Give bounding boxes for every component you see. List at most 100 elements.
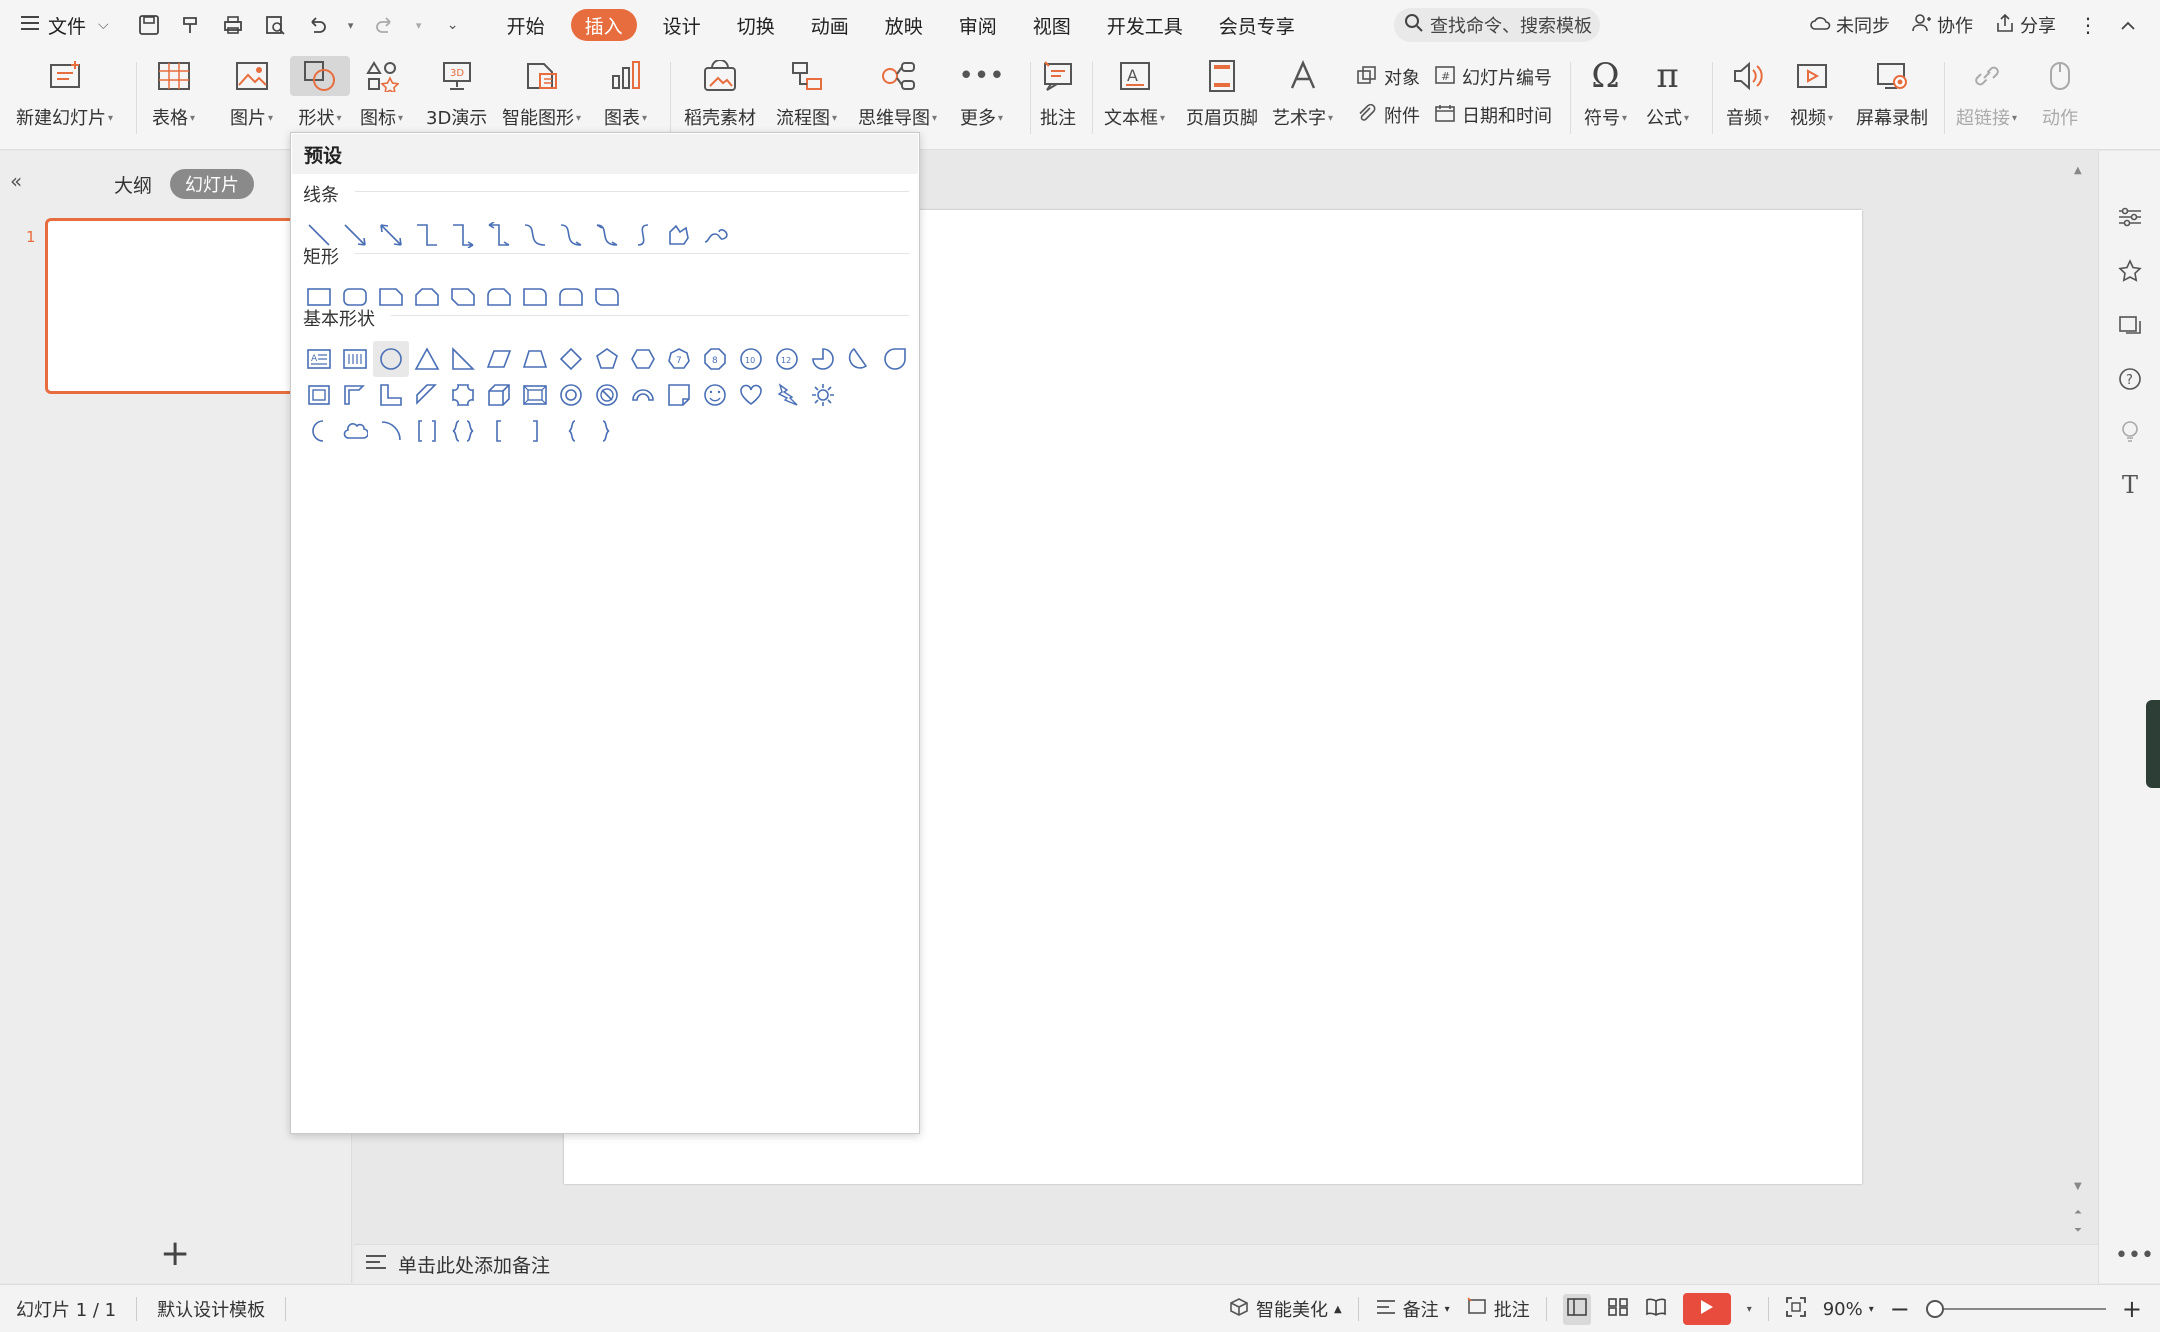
fit-window-icon[interactable] — [1785, 1296, 1807, 1323]
audio-button[interactable]: 音频 ▾ — [1726, 56, 1769, 130]
shape-ellipse-icon[interactable] — [373, 341, 409, 377]
shape-diagonal-stripe-icon[interactable] — [409, 377, 445, 413]
transition-icon[interactable] — [2116, 311, 2144, 339]
shape-dodecagon-icon[interactable]: 12 — [769, 341, 805, 377]
tab-design[interactable]: 设计 — [645, 0, 719, 50]
vertical-scrollbar[interactable]: ▲ ▼ ⏶ ⏷ — [2070, 151, 2090, 1241]
smartart-button[interactable]: 智能图形 ▾ — [502, 56, 581, 130]
material-button[interactable]: 稻壳素材 — [684, 56, 756, 130]
video-button[interactable]: 视频 ▾ — [1790, 56, 1833, 130]
more-button[interactable]: ••• 更多 ▾ — [959, 56, 1005, 130]
wordart-button[interactable]: 艺术字 ▾ — [1272, 56, 1333, 130]
shape-pentagon-icon[interactable] — [589, 341, 625, 377]
shape-frame-icon[interactable] — [301, 377, 337, 413]
shape-double-brace-icon[interactable] — [445, 413, 481, 449]
shape-pie-icon[interactable] — [805, 341, 841, 377]
collaborate-button[interactable]: 协作 — [1912, 12, 1973, 38]
shape-elbow-double-arrow-icon[interactable] — [481, 217, 517, 253]
collapse-panel-icon[interactable]: « — [10, 169, 22, 193]
shape-parallelogram-icon[interactable] — [481, 341, 517, 377]
shape-round-diagonal-icon[interactable] — [589, 279, 625, 315]
shape-hexagon-icon[interactable] — [625, 341, 661, 377]
new-slide-button[interactable]: 新建幻灯片 ▾ — [16, 56, 113, 130]
shape-donut-icon[interactable] — [553, 377, 589, 413]
comment-button[interactable]: 批注 — [1038, 56, 1078, 130]
add-slide-icon[interactable]: + — [160, 1236, 190, 1272]
shape-snip-single-corner-icon[interactable] — [373, 279, 409, 315]
shape-freeform-icon[interactable] — [661, 217, 697, 253]
play-slideshow-button[interactable] — [1682, 1293, 1731, 1325]
shape-right-triangle-icon[interactable] — [445, 341, 481, 377]
formula-button[interactable]: π 公式 ▾ — [1646, 56, 1689, 130]
icon-button[interactable]: 图标 ▾ — [360, 56, 403, 130]
mindmap-button[interactable]: 思维导图 ▾ — [858, 56, 937, 130]
properties-icon[interactable] — [2116, 203, 2144, 231]
shape-trapezoid-icon[interactable] — [517, 341, 553, 377]
shape-lightning-icon[interactable] — [769, 377, 805, 413]
shape-curved-double-arrow-icon[interactable] — [589, 217, 625, 253]
outline-tab[interactable]: 大纲 — [114, 171, 152, 198]
shape-triangle-icon[interactable] — [409, 341, 445, 377]
shape-elbow-arrow-icon[interactable] — [445, 217, 481, 253]
shape-diamond-icon[interactable] — [553, 341, 589, 377]
customize-quick-access-icon[interactable]: ⌄ — [439, 11, 467, 39]
shape-cube-icon[interactable] — [481, 377, 517, 413]
shape-round-single-corner-icon[interactable] — [517, 279, 553, 315]
shape-elbow-connector-icon[interactable] — [409, 217, 445, 253]
shape-smiley-icon[interactable] — [697, 377, 733, 413]
flowchart-button[interactable]: 流程图 ▾ — [776, 56, 837, 130]
tab-developer[interactable]: 开发工具 — [1089, 0, 1201, 50]
shape-block-arc-icon[interactable] — [625, 377, 661, 413]
shape-heart-icon[interactable] — [733, 377, 769, 413]
help-icon[interactable]: ? — [2116, 365, 2144, 393]
datetime-button[interactable]: 日期和时间 — [1434, 102, 1552, 128]
shape-l-shape-icon[interactable] — [373, 377, 409, 413]
shape-curve-icon[interactable] — [625, 217, 661, 253]
shape-chord-icon[interactable] — [841, 341, 877, 377]
shape-left-brace-icon[interactable] — [553, 413, 589, 449]
shape-double-arrow-line-icon[interactable] — [373, 217, 409, 253]
tab-member[interactable]: 会员专享 — [1201, 0, 1313, 50]
share-button[interactable]: 分享 — [1995, 12, 2056, 38]
shape-folded-corner-icon[interactable] — [661, 377, 697, 413]
shape-round-same-side-icon[interactable] — [553, 279, 589, 315]
shape-bevel-icon[interactable] — [517, 377, 553, 413]
shape-textbox-icon[interactable]: A — [301, 341, 337, 377]
shape-heptagon-icon[interactable]: 7 — [661, 341, 697, 377]
sync-status[interactable]: 未同步 — [1809, 12, 1890, 38]
animation-star-icon[interactable] — [2116, 257, 2144, 285]
tab-slideshow[interactable]: 放映 — [867, 0, 941, 50]
print-preview-icon[interactable] — [261, 11, 289, 39]
shape-button[interactable]: 形状 ▾ — [290, 56, 350, 130]
undo-icon[interactable] — [303, 11, 331, 39]
action-button[interactable]: 动作 — [2040, 56, 2080, 130]
collapse-ribbon-icon[interactable] — [2120, 15, 2136, 36]
redo-dropdown-icon[interactable]: ▾ — [413, 11, 425, 39]
shape-right-brace-icon[interactable] — [589, 413, 625, 449]
print-icon[interactable] — [219, 11, 247, 39]
picture-button[interactable]: 图片 ▾ — [230, 56, 273, 130]
header-footer-button[interactable]: 页眉页脚 — [1186, 56, 1258, 130]
tab-transition[interactable]: 切换 — [719, 0, 793, 50]
zoom-in-icon[interactable]: + — [2122, 1295, 2142, 1323]
prev-slide-icon[interactable]: ⏶ — [2074, 1207, 2082, 1218]
zoom-slider-knob[interactable] — [1925, 1300, 1944, 1318]
attachment-button[interactable]: 附件 — [1356, 102, 1420, 128]
normal-view-icon[interactable] — [1562, 1293, 1591, 1325]
slides-tab[interactable]: 幻灯片 — [170, 169, 254, 199]
side-handle[interactable] — [2146, 700, 2160, 788]
slide-number-button[interactable]: # 幻灯片编号 — [1434, 64, 1552, 90]
tab-review[interactable]: 审阅 — [941, 0, 1015, 50]
shape-snip-same-side-icon[interactable] — [409, 279, 445, 315]
shape-plaque-icon[interactable] — [445, 377, 481, 413]
shape-double-bracket-icon[interactable] — [409, 413, 445, 449]
shape-curved-arrow-icon[interactable] — [553, 217, 589, 253]
file-menu[interactable]: 文件 ⌵ — [0, 0, 123, 50]
shape-cloud-icon[interactable] — [337, 413, 373, 449]
tab-home[interactable]: 开始 — [489, 0, 563, 50]
text-format-icon[interactable]: T — [2116, 471, 2144, 499]
shape-half-frame-icon[interactable] — [337, 377, 373, 413]
zoom-out-icon[interactable]: − — [1890, 1295, 1910, 1323]
screen-record-button[interactable]: 屏幕录制 — [1856, 56, 1928, 130]
tab-animation[interactable]: 动画 — [793, 0, 867, 50]
